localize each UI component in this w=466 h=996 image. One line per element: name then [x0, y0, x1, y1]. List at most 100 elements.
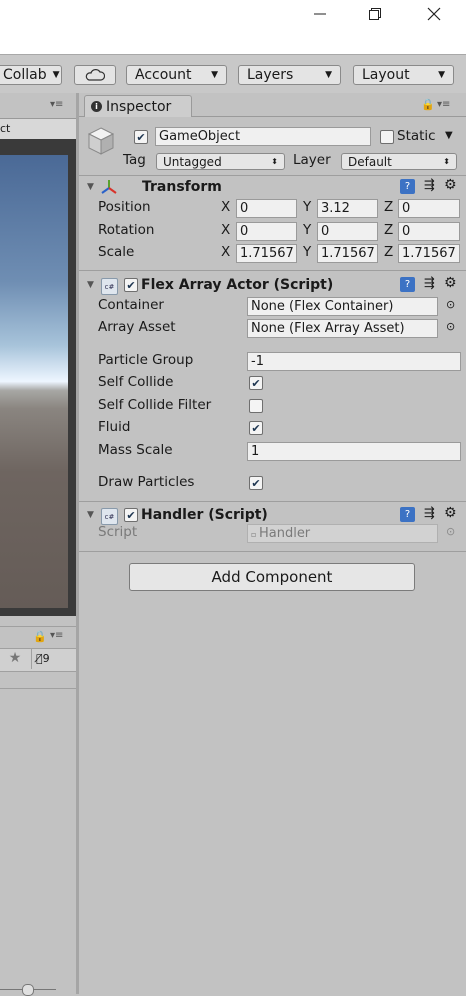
- container-object-field[interactable]: None (Flex Container): [247, 297, 438, 316]
- help-icon[interactable]: ?: [400, 507, 415, 522]
- axis-y-label: Y: [303, 222, 312, 238]
- gear-icon[interactable]: ⚙: [444, 177, 457, 193]
- preset-icon[interactable]: ⇶: [424, 178, 435, 193]
- mass-scale-label: Mass Scale: [98, 442, 173, 458]
- hierarchy-header: 🔒 ▾≡: [0, 626, 76, 647]
- self-collide-filter-label: Self Collide Filter: [98, 397, 212, 413]
- draw-particles-checkbox[interactable]: ✔: [249, 476, 263, 490]
- star-icon[interactable]: ★: [4, 650, 26, 668]
- chevron-down-icon: ▼: [438, 70, 445, 80]
- position-x-input[interactable]: 0: [236, 199, 297, 218]
- flex-enabled-checkbox[interactable]: ✔: [124, 278, 138, 292]
- cloud-button[interactable]: [74, 65, 116, 85]
- position-z-input[interactable]: 0: [398, 199, 460, 218]
- foldout-arrow-icon[interactable]: ▼: [87, 182, 94, 192]
- collab-label: Collab: [3, 67, 47, 83]
- zoom-slider[interactable]: [0, 984, 60, 996]
- panel-menu-icon[interactable]: ▾≡: [50, 630, 63, 641]
- flex-title: Flex Array Actor (Script): [141, 277, 334, 293]
- scale-y-input[interactable]: 1.71567: [317, 244, 378, 263]
- scene-view-frame: [0, 139, 76, 616]
- layers-dropdown[interactable]: Layers ▼: [238, 65, 341, 85]
- chevron-down-icon: ▼: [211, 70, 218, 80]
- scale-z-input[interactable]: 1.71567: [398, 244, 460, 263]
- tab-inspector[interactable]: i Inspector: [84, 95, 192, 117]
- tag-label: Tag: [123, 152, 146, 168]
- rotation-label: Rotation: [98, 222, 155, 238]
- account-label: Account: [135, 67, 192, 83]
- restore-icon: [369, 8, 381, 20]
- add-component-label: Add Component: [211, 568, 333, 586]
- object-picker-icon[interactable]: ⊙: [446, 320, 455, 333]
- layout-dropdown[interactable]: Layout ▼: [353, 65, 454, 85]
- close-button[interactable]: [414, 0, 454, 28]
- static-dropdown-icon[interactable]: ▼: [445, 130, 453, 141]
- updown-icon: ⬍: [271, 157, 278, 166]
- axis-y-label: Y: [303, 244, 312, 260]
- help-icon[interactable]: ?: [400, 179, 415, 194]
- preset-icon[interactable]: ⇶: [424, 276, 435, 291]
- minimize-icon: [314, 13, 326, 15]
- toolbar: Collab ▼ Account ▼ Layers ▼ Layout ▼: [0, 54, 466, 94]
- static-checkbox[interactable]: [380, 130, 394, 144]
- gameobject-active-checkbox[interactable]: ✔: [134, 130, 148, 144]
- lock-icon[interactable]: 🔒: [421, 98, 435, 111]
- preset-icon[interactable]: ⇶: [424, 506, 435, 521]
- gear-icon[interactable]: ⚙: [444, 505, 457, 521]
- self-collide-label: Self Collide: [98, 374, 174, 390]
- account-dropdown[interactable]: Account ▼: [126, 65, 227, 85]
- layer-dropdown[interactable]: Default ⬍: [341, 153, 457, 170]
- object-picker-icon: ⊙: [446, 525, 456, 538]
- restore-button[interactable]: [355, 0, 395, 28]
- hidden-count: 9: [42, 652, 50, 665]
- mass-scale-input[interactable]: 1: [247, 442, 461, 461]
- scale-x-input[interactable]: 1.71567: [236, 244, 297, 263]
- particle-group-input[interactable]: -1: [247, 352, 461, 371]
- help-icon[interactable]: ?: [400, 277, 415, 292]
- inspector-panel: i Inspector 🔒 ▾≡ ✔ GameObject Static ▼ T…: [79, 93, 466, 994]
- add-component-button[interactable]: Add Component: [129, 563, 415, 591]
- gear-icon[interactable]: ⚙: [444, 275, 457, 291]
- separator: [79, 501, 466, 502]
- close-icon: [427, 7, 441, 21]
- foldout-arrow-icon[interactable]: ▼: [87, 510, 94, 520]
- separator: [0, 688, 76, 689]
- minimize-button[interactable]: [300, 0, 340, 28]
- axis-z-label: Z: [384, 199, 394, 215]
- fluid-checkbox[interactable]: ✔: [249, 421, 263, 435]
- hierarchy-toolbar: ★ 👁̸9: [0, 648, 76, 672]
- gameobject-name-input[interactable]: GameObject: [155, 127, 371, 146]
- panel-menu-icon[interactable]: ▾≡: [50, 99, 63, 110]
- rotation-z-input[interactable]: 0: [398, 222, 460, 241]
- rotation-x-input[interactable]: 0: [236, 222, 297, 241]
- tag-dropdown[interactable]: Untagged ⬍: [156, 153, 285, 170]
- object-picker-icon[interactable]: ⊙: [446, 298, 455, 311]
- scene-tab-strip[interactable]: ct: [0, 118, 76, 140]
- layout-label: Layout: [362, 67, 410, 83]
- axis-x-label: X: [221, 244, 231, 260]
- layers-label: Layers: [247, 67, 294, 83]
- lock-icon[interactable]: 🔒: [33, 630, 47, 643]
- title-bar: [0, 0, 466, 54]
- separator: [79, 175, 466, 176]
- array-asset-object-field[interactable]: None (Flex Array Asset): [247, 319, 438, 338]
- collab-dropdown[interactable]: Collab ▼: [0, 65, 62, 85]
- layer-label: Layer: [293, 152, 331, 168]
- position-y-input[interactable]: 3.12: [317, 199, 378, 218]
- panel-menu-icon[interactable]: ▾≡: [437, 99, 450, 110]
- scene-view[interactable]: [0, 155, 68, 608]
- script-value: Handler: [258, 526, 311, 541]
- foldout-arrow-icon[interactable]: ▼: [87, 280, 94, 290]
- hidden-count-toggle[interactable]: 👁̸9: [31, 649, 76, 669]
- rotation-y-input[interactable]: 0: [317, 222, 378, 241]
- self-collide-filter-checkbox[interactable]: [249, 399, 263, 413]
- chevron-down-icon: ▼: [52, 70, 60, 80]
- axis-y-label: Y: [303, 199, 312, 215]
- separator: [79, 270, 466, 271]
- handler-enabled-checkbox[interactable]: ✔: [124, 508, 138, 522]
- axis-z-label: Z: [384, 244, 394, 260]
- tag-value: Untagged: [163, 154, 222, 169]
- axis-z-label: Z: [384, 222, 394, 238]
- self-collide-checkbox[interactable]: ✔: [249, 376, 263, 390]
- cloud-icon: [85, 69, 105, 81]
